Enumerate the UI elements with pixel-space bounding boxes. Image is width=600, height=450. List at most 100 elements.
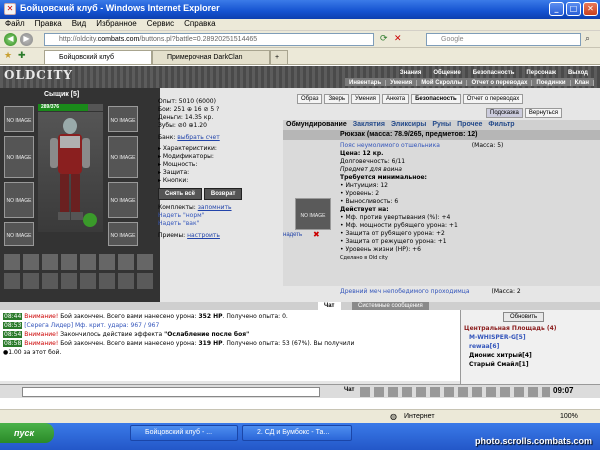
subnav-inventory[interactable]: Инвентарь: [345, 80, 387, 86]
game-header: OLDCITY Знания Общение Безопасность Персона…: [0, 66, 600, 88]
belt-slot[interactable]: NO IMAGE: [4, 222, 34, 246]
item-image[interactable]: NO IMAGE: [295, 198, 331, 230]
room-user[interactable]: M-WHISPER-G[5]: [461, 333, 600, 342]
wear-item-link[interactable]: надеть: [283, 232, 302, 238]
stop-icon[interactable]: ✕: [394, 34, 402, 44]
return-button[interactable]: Возврат: [203, 188, 243, 200]
tab-combats[interactable]: Бойцовский клуб: [44, 50, 152, 64]
chat-sender[interactable]: [Серега Лидер]: [24, 322, 73, 329]
weapon-left-slot[interactable]: NO IMAGE: [4, 136, 34, 178]
sets-line: Комплекты: запомнить: [158, 204, 300, 212]
menu-favorites[interactable]: Избранное: [91, 19, 142, 28]
helmet-slot[interactable]: NO IMAGE: [4, 106, 34, 132]
subnav-scrolls[interactable]: Мой Скроллы: [417, 80, 468, 86]
url-input[interactable]: http://oldcity.combats.com/buttons.pl?ba…: [44, 33, 374, 46]
cat-spells[interactable]: Заклятия: [350, 120, 388, 130]
taskbar-item-browser[interactable]: Бойцовский клуб - ...: [130, 425, 238, 441]
tab-chat[interactable]: Чат: [318, 302, 341, 310]
room-user[interactable]: Старый Смайл[1]: [461, 360, 600, 369]
tab-pet[interactable]: Зверь: [324, 94, 350, 104]
nav-exit[interactable]: Выход: [562, 70, 594, 76]
cat-equipment[interactable]: Обмундирование: [283, 120, 350, 130]
character-figure[interactable]: [38, 112, 103, 232]
boots-slot[interactable]: NO IMAGE: [108, 222, 138, 246]
cat-elixirs[interactable]: Эликсиры: [388, 120, 429, 130]
undress-button[interactable]: Снять всё: [158, 188, 202, 200]
drop-item-icon[interactable]: ✖: [313, 230, 320, 239]
chat-button[interactable]: Чат: [344, 387, 355, 393]
favorites-star-icon[interactable]: ★: [4, 51, 12, 61]
wear-set-vak-link[interactable]: Надеть "вак": [158, 220, 300, 228]
add-favorites-icon[interactable]: ✚: [18, 51, 26, 61]
taskbar-item-music[interactable]: 2. СД и Бумбокс - Та...: [242, 425, 352, 441]
choose-account-link[interactable]: выбрать счет: [177, 134, 219, 141]
start-button[interactable]: пуск: [0, 423, 54, 443]
stat-section-defense[interactable]: ▸ Защита:: [158, 169, 300, 177]
cat-runes[interactable]: Руны: [429, 120, 454, 130]
forward-icon[interactable]: ▶: [20, 33, 33, 46]
item-durability: Долговечность: 6/11: [340, 158, 406, 165]
configure-techniques-link[interactable]: настроить: [187, 232, 220, 239]
menu-edit[interactable]: Правка: [30, 19, 67, 28]
room-user[interactable]: Дионис хитрый[4]: [461, 351, 600, 360]
item-name[interactable]: Пояс неумолимого отшельника: [340, 142, 440, 149]
nav-knowledge[interactable]: Знания: [394, 70, 428, 76]
room-user[interactable]: rewaa[6]: [461, 342, 600, 351]
search-input[interactable]: Google: [426, 33, 581, 46]
tab-image[interactable]: Образ: [297, 94, 323, 104]
chat-time[interactable]: 08:53: [3, 322, 23, 329]
refresh-icon[interactable]: ⟳: [380, 34, 388, 44]
chat-input[interactable]: [22, 387, 320, 397]
zoom-level[interactable]: 100%: [560, 410, 578, 423]
nav-security[interactable]: Безопасность: [467, 70, 521, 76]
menu-tools[interactable]: Сервис: [142, 19, 179, 28]
tab-skills[interactable]: Умения: [351, 94, 380, 104]
gloves-slot[interactable]: NO IMAGE: [108, 182, 138, 218]
refresh-room-button[interactable]: Обновить: [503, 312, 545, 322]
url-path: /buttons.pl?battle=0.28920251514465: [139, 36, 258, 43]
hp-bar: 289/376: [38, 104, 103, 111]
maximize-button[interactable]: □: [566, 2, 581, 16]
chat-time[interactable]: 08:58: [3, 340, 23, 347]
tab-darkclan[interactable]: Примерочная DarkClan: [152, 50, 270, 64]
address-bar: ◀ ▶ http://oldcity.combats.com/buttons.p…: [0, 31, 600, 48]
wear-set-norm-link[interactable]: Надеть "норм": [158, 212, 300, 220]
subnav-transfers[interactable]: Отчет о переводах: [467, 80, 533, 86]
item2-name[interactable]: Древний меч непобедимого проходимца: [340, 288, 470, 295]
remember-set-link[interactable]: запомнить: [198, 204, 232, 211]
tab-security[interactable]: Безопасность: [411, 94, 461, 104]
stat-section-modifiers[interactable]: ▸ Модификаторы:: [158, 153, 300, 161]
tab-profile[interactable]: Анкета: [381, 94, 410, 104]
subnav-fights[interactable]: Поединки: [532, 80, 571, 86]
menu-view[interactable]: Вид: [67, 19, 91, 28]
menu-file[interactable]: Файл: [0, 19, 30, 28]
stat-section-attributes[interactable]: ▸ Характеристики:: [158, 145, 300, 153]
stat-section-buttons[interactable]: ▸ Кнопки:: [158, 177, 300, 185]
subnav-clan[interactable]: Клан: [571, 80, 594, 86]
minimize-button[interactable]: _: [549, 2, 564, 16]
hint-button[interactable]: Подсказка: [486, 108, 523, 118]
subnav-skills[interactable]: Умения: [386, 80, 418, 86]
close-button[interactable]: ✕: [583, 2, 598, 16]
cat-filter[interactable]: Фильтр: [485, 120, 517, 130]
cat-other[interactable]: Прочее: [454, 120, 485, 130]
weapon-right-slot[interactable]: NO IMAGE: [108, 136, 138, 178]
new-tab-button[interactable]: +: [270, 50, 288, 64]
nav-character[interactable]: Персонаж: [520, 70, 562, 76]
nav-communication[interactable]: Общение: [427, 70, 466, 76]
menu-help[interactable]: Справка: [179, 19, 220, 28]
chat-time[interactable]: 08:54: [3, 331, 23, 338]
back-icon[interactable]: ◀: [4, 33, 17, 46]
rune-slots[interactable]: [4, 254, 154, 270]
scroll-slots[interactable]: [4, 273, 154, 289]
go-back-button[interactable]: Вернуться: [524, 108, 563, 118]
chat-time[interactable]: 08:44: [3, 313, 23, 320]
chat-toolbar-icons[interactable]: [360, 387, 550, 397]
tab-transfer-report[interactable]: Отчет о переводах: [462, 94, 524, 104]
tab-system-messages[interactable]: Системные сообщения: [352, 302, 429, 310]
armor-slot[interactable]: NO IMAGE: [4, 182, 34, 218]
stat-section-power[interactable]: ▸ Мощность:: [158, 161, 300, 169]
chat-bold: "Ослабление после боя": [164, 331, 250, 338]
earring-slot[interactable]: NO IMAGE: [108, 106, 138, 132]
search-icon[interactable]: ⌕: [585, 34, 590, 44]
